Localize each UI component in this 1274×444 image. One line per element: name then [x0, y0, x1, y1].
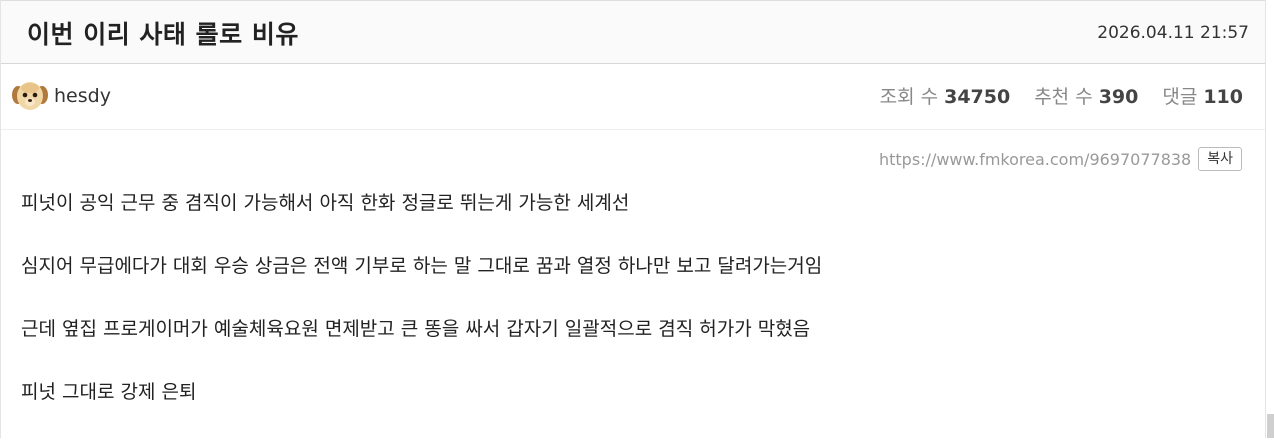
post-paragraph: 근데 옆집 프로게이머가 예술체육요원 면제받고 큰 똥을 싸서 갑자기 일괄적…: [21, 318, 811, 340]
post-paragraph: 피넛이 공익 근무 중 겸직이 가능해서 아직 한화 정글로 뛰는게 가능한 세…: [21, 192, 630, 214]
scrollbar-thumb[interactable]: [1267, 414, 1274, 438]
author-name[interactable]: hesdy: [54, 85, 111, 107]
comments-label: 댓글: [1162, 86, 1198, 108]
post-body: 피넛이 공익 근무 중 겸직이 가능해서 아직 한화 정글로 뛰는게 가능한 세…: [21, 192, 1221, 444]
post-container: 이번 이리 사태 롤로 비유 2026.04.11 21:57 hesdy 조회…: [0, 0, 1266, 438]
post-url[interactable]: https://www.fmkorea.com/9697077838: [879, 150, 1191, 169]
recommend-count: 390: [1098, 86, 1139, 108]
views-label: 조회 수: [879, 86, 939, 108]
avatar[interactable]: [11, 79, 49, 113]
recommend-label: 추천 수: [1034, 86, 1093, 108]
post-paragraph: 심지어 무급에다가 대회 우승 상금은 전액 기부로 하는 말 그대로 꿈과 열…: [21, 255, 823, 277]
post-date: 2026.04.11 21:57: [1097, 23, 1249, 43]
views-count: 34750: [944, 86, 1011, 108]
post-meta: hesdy 조회 수 34750 추천 수 390 댓글 110: [1, 64, 1265, 130]
post-url-row: https://www.fmkorea.com/9697077838 복사: [879, 147, 1242, 171]
views-stat: 조회 수 34750: [880, 82, 1011, 109]
comments-count: 110: [1203, 86, 1243, 108]
copy-url-button[interactable]: 복사: [1198, 147, 1242, 171]
post-header: 이번 이리 사태 롤로 비유 2026.04.11 21:57: [1, 0, 1265, 64]
recommend-stat: 추천 수 390: [1034, 82, 1138, 109]
post-title: 이번 이리 사태 롤로 비유: [27, 20, 299, 49]
post-stats: 조회 수 34750 추천 수 390 댓글 110: [880, 82, 1243, 109]
post-paragraph: 피넛 그대로 강제 은퇴: [21, 381, 197, 403]
comments-stat[interactable]: 댓글 110: [1162, 82, 1243, 109]
